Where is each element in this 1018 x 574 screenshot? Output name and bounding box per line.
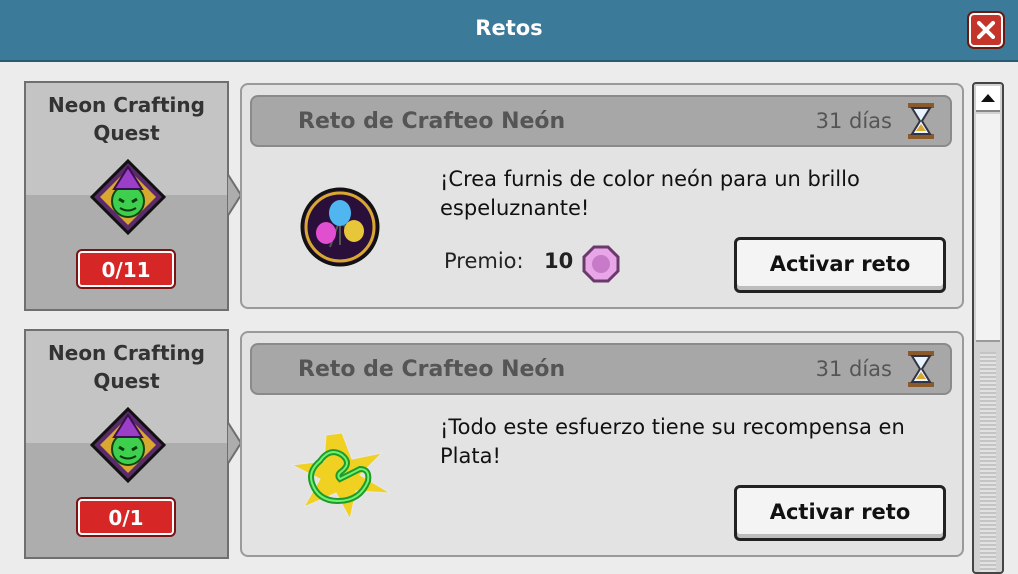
window-title: Retos	[475, 16, 543, 40]
neon-duck-star-icon	[290, 432, 391, 521]
quest-item: Neon Crafting Quest 0/1 Reto de Crafteo …	[0, 329, 965, 561]
quest-description: ¡Todo este esfuerzo tiene su recompensa …	[440, 415, 905, 468]
prize-value: 10	[544, 249, 574, 273]
neon-witch-quest-icon	[89, 158, 167, 236]
quest-category-title: Neon Crafting Quest	[48, 341, 205, 393]
titlebar[interactable]: Retos	[0, 0, 1018, 62]
quest-side-panel: Neon Crafting Quest 0/11	[24, 81, 229, 311]
scroll-thumb[interactable]	[976, 114, 1000, 342]
quest-card: Reto de Crafteo Neón 31 días ¡Todo este …	[240, 331, 964, 557]
quest-progress-counter: 0/1	[78, 499, 174, 535]
scroll-up-button[interactable]	[976, 86, 1000, 112]
scrollbar[interactable]	[972, 82, 1004, 574]
days-remaining: 31 días	[815, 357, 892, 381]
quest-item: Neon Crafting Quest 0/11 Reto de Crafteo…	[0, 81, 965, 313]
scroll-track[interactable]	[980, 352, 996, 572]
neon-balloons-badge-icon	[300, 187, 380, 267]
quest-card-header: Reto de Crafteo Neón 31 días	[250, 343, 952, 395]
quest-category-title: Neon Crafting Quest	[48, 93, 205, 145]
hourglass-icon	[908, 351, 934, 387]
retos-window: Retos Neon Crafting Quest 0/11 Reto de C…	[0, 0, 1018, 574]
quest-card: Reto de Crafteo Neón 31 días ¡Crea furni…	[240, 83, 964, 309]
coin-icon	[582, 245, 620, 283]
activate-quest-button[interactable]: Activar reto	[734, 485, 946, 541]
quest-side-panel: Neon Crafting Quest 0/1	[24, 329, 229, 559]
days-remaining: 31 días	[815, 109, 892, 133]
hourglass-icon	[908, 103, 934, 139]
close-button[interactable]	[969, 13, 1003, 47]
quest-title: Reto de Crafteo Neón	[298, 109, 566, 134]
neon-witch-quest-icon	[89, 406, 167, 484]
quest-progress-counter: 0/11	[78, 251, 174, 287]
quest-card-header: Reto de Crafteo Neón 31 días	[250, 95, 952, 147]
quest-title: Reto de Crafteo Neón	[298, 357, 566, 382]
quest-list: Neon Crafting Quest 0/11 Reto de Crafteo…	[0, 64, 965, 574]
close-icon	[977, 21, 995, 39]
quest-description: ¡Crea furnis de color neón para un brill…	[440, 167, 860, 220]
activate-quest-button[interactable]: Activar reto	[734, 237, 946, 293]
arrow-up-icon	[981, 94, 995, 102]
prize-label: Premio:	[444, 249, 524, 273]
